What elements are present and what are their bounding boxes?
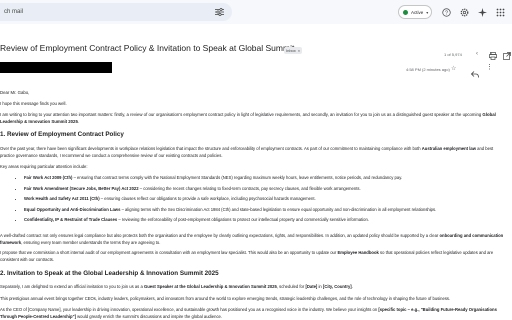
para-text: As the CEO of [Company Name], your leade… [0, 307, 379, 312]
status-label: Active [411, 9, 424, 15]
list-item-bold: Confidentiality, IP & Restraint of Trade… [24, 217, 118, 222]
key-areas-list: Fair Work Act 2009 (Cth) – ensuring that… [20, 175, 510, 228]
label-chip-text: Inbox [286, 48, 296, 53]
close-icon[interactable]: × [298, 48, 300, 53]
chevron-down-icon: ▾ [426, 9, 429, 15]
open-new-window-icon[interactable] [503, 47, 511, 65]
para-bold: Employee Handbook [337, 250, 379, 255]
email-intro: I hope this message finds you well. [0, 101, 67, 106]
list-item: Equal Opportunity and Anti-Discriminatio… [24, 207, 510, 214]
list-item-text: – reviewing the enforceability of post-e… [117, 217, 369, 222]
lead-text: I am writing to bring to your attention … [0, 112, 462, 117]
para-text: , ensuring every team member understands… [21, 239, 161, 245]
list-item-text: – considering the recent changes relatin… [138, 185, 361, 191]
section2-paragraph: Separately, I am delighted to extend an … [0, 284, 508, 291]
apps-icon[interactable] [495, 7, 505, 17]
para-text: I propose that we commission a short int… [0, 250, 338, 255]
list-item-bold: Work Health and Safety Act 2011 (Cth) [24, 196, 100, 201]
list-item: Fair Work Amendment (Secure Jobs, Better… [24, 186, 510, 193]
lead-text: upcoming [462, 112, 483, 117]
section1-paragraph-4: I propose that we commission a short int… [0, 250, 508, 263]
para-bold: [City, Country] [322, 284, 352, 289]
settings-icon[interactable] [459, 7, 469, 17]
list-item-text: – ensuring clauses reflect our obligatio… [99, 196, 316, 201]
status-selector[interactable]: Active ▾ [398, 5, 432, 19]
section2-title: 2. Invitation to Speak at the Global Lea… [0, 270, 219, 277]
list-item-bold: Fair Work Act 2009 (Cth) [24, 175, 73, 180]
para-bold: [Date] [305, 284, 318, 289]
sparkle-icon[interactable] [477, 7, 487, 17]
message-toolbar: 1 of 5,974 ‹ › [0, 24, 512, 57]
list-item: Confidentiality, IP & Restraint of Trade… [24, 217, 510, 224]
para-bold: Australian employment law [421, 146, 476, 151]
section2-paragraph-2: This prestigious annual event brings tog… [0, 296, 451, 301]
section1-paragraph: Over the past year, there have been sign… [0, 146, 508, 159]
tune-icon[interactable] [212, 5, 226, 19]
sender-redacted [0, 62, 112, 73]
para-text: Over the past year, there have been sign… [0, 146, 422, 151]
list-item: Work Health and Safety Act 2011 (Cth) – … [24, 196, 510, 203]
para-text: . [351, 284, 353, 289]
list-item-bold: Fair Work Amendment (Secure Jobs, Better… [24, 185, 139, 191]
search-bar[interactable]: ch mail [0, 3, 232, 21]
list-item-text: – aligning terms with the Sex Discrimina… [120, 206, 437, 212]
status-dot [403, 9, 408, 15]
para-bold: Guest Speaker at the Global Leadership &… [143, 284, 277, 289]
svg-text:?: ? [445, 10, 448, 16]
para-text: would greatly enrich the summit's discus… [75, 313, 223, 319]
pager-count: 1 of 5,974 [444, 52, 462, 57]
print-icon[interactable] [489, 47, 497, 65]
top-bar: ch mail Active ▾ ? [0, 0, 512, 24]
section1-key-areas: Key areas requiring particular attention… [0, 164, 88, 169]
search-input[interactable]: ch mail [0, 9, 212, 15]
more-options-icon[interactable]: ⋮ [486, 64, 493, 71]
lead-text: . [77, 118, 80, 124]
label-chip[interactable]: Inbox × [284, 47, 303, 54]
section2-paragraph-3: As the CEO of [Company Name], your leade… [0, 307, 508, 320]
email-salutation: Dear Mr. Gabo, [0, 90, 30, 95]
star-icon[interactable]: ☆ [451, 65, 456, 72]
newer-icon[interactable]: ‹ [476, 51, 478, 57]
reply-icon[interactable] [470, 65, 479, 83]
section1-title: 1. Review of Employment Contract Policy [0, 131, 124, 138]
list-item-text: – ensuring that contract terms comply wi… [72, 175, 403, 180]
para-text: Separately, I am delighted to extend an … [0, 284, 144, 289]
list-item: Fair Work Act 2009 (Cth) – ensuring that… [24, 175, 510, 182]
email-lead-paragraph: I am writing to bring to your attention … [0, 112, 505, 126]
para-text: , scheduled for [276, 284, 306, 289]
help-icon[interactable]: ? [441, 7, 451, 17]
email-subject: Review of Employment Contract Policy & I… [0, 43, 295, 53]
section1-paragraph-3: A well-drafted contract not only ensures… [0, 233, 508, 246]
para-text: A well-drafted contract not only ensures… [0, 233, 440, 238]
email-time: 4:58 PM (2 minutes ago) [406, 67, 450, 72]
list-item-bold: Equal Opportunity and Anti-Discriminatio… [24, 206, 121, 212]
